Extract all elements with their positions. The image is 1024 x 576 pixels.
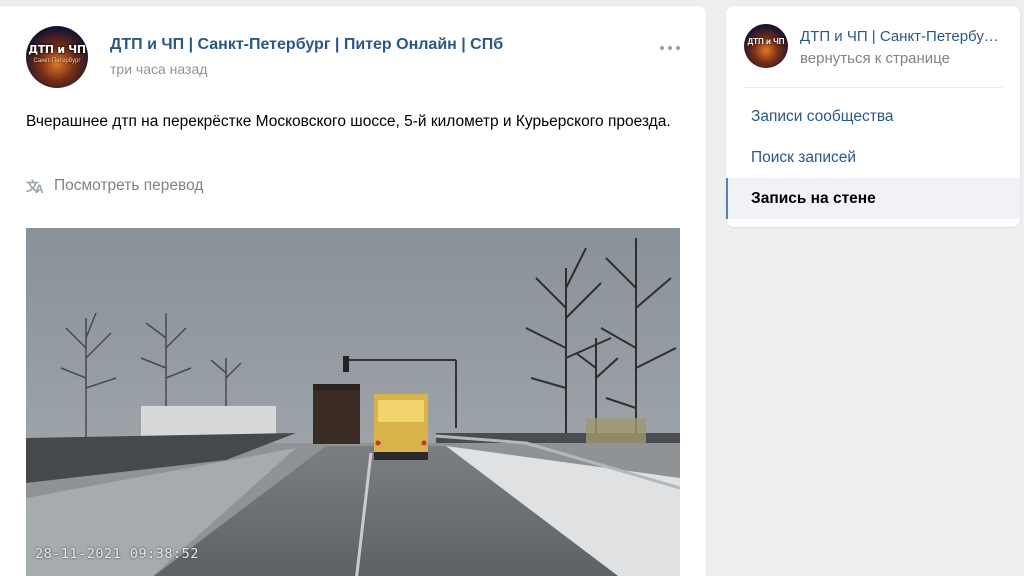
- translate-button[interactable]: 文A Посмотреть перевод: [26, 175, 203, 197]
- sidebar-item-wall-post[interactable]: Запись на стене: [726, 178, 1020, 219]
- wall-post: ДТП и ЧП Санкт-Петербург ДТП и ЧП | Санк…: [0, 6, 706, 576]
- translate-icon: 文A: [26, 179, 44, 196]
- post-header: ДТП и ЧП Санкт-Петербург ДТП и ЧП | Санк…: [26, 26, 686, 88]
- sidebar-menu: Записи сообщества Поиск записей Запись н…: [726, 96, 1020, 219]
- photo-timestamp: 28-11-2021 09:38:52: [35, 546, 199, 562]
- sidebar-community-title[interactable]: ДТП и ЧП | Санкт-Петербург | Питер Онлай…: [800, 28, 1004, 45]
- post-text: Вчерашнее дтп на перекрёстке Московского…: [26, 113, 671, 130]
- post-photo[interactable]: 28-11-2021 09:38:52: [26, 228, 680, 576]
- community-avatar[interactable]: ДТП и ЧП Санкт-Петербург: [26, 26, 88, 88]
- community-sidebar: ДТП и ЧП ДТП и ЧП | Санкт-Петербург | Пи…: [726, 6, 1020, 227]
- avatar-logo-text: ДТП и ЧП: [28, 43, 86, 56]
- post-author-link[interactable]: ДТП и ЧП | Санкт-Петербург | Питер Онлай…: [110, 36, 503, 54]
- sidebar-avatar-logo-text: ДТП и ЧП: [747, 37, 785, 46]
- sidebar-item-community-posts[interactable]: Записи сообщества: [726, 96, 1020, 137]
- sidebar-community-avatar[interactable]: ДТП и ЧП: [744, 24, 788, 68]
- translate-label: Посмотреть перевод: [54, 177, 204, 194]
- sidebar-item-search-posts[interactable]: Поиск записей: [726, 137, 1020, 178]
- more-horizontal-icon[interactable]: [658, 43, 682, 53]
- sidebar-header: ДТП и ЧП ДТП и ЧП | Санкт-Петербург | Пи…: [744, 24, 1004, 88]
- avatar-logo-subtext: Санкт-Петербург: [33, 58, 81, 64]
- post-date[interactable]: три часа назад: [110, 61, 207, 77]
- back-to-page-link[interactable]: вернуться к странице: [800, 50, 950, 67]
- dashcam-photo-illustration: [26, 228, 680, 576]
